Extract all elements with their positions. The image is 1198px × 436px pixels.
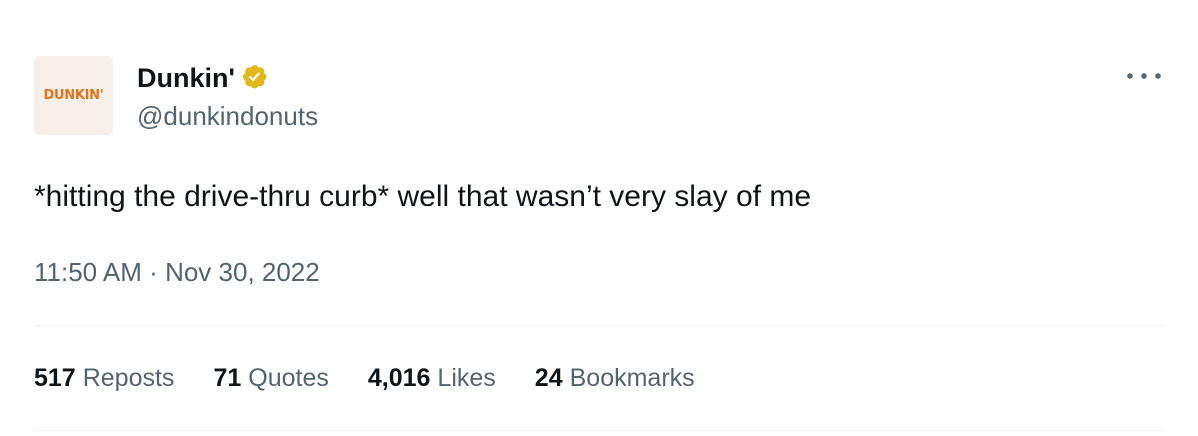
stat-count: 24 [534,363,563,392]
stat-count: 517 [34,363,76,392]
display-name[interactable]: Dunkin' [137,62,235,94]
stat-bookmarks[interactable]: 24 Bookmarks [535,364,695,393]
stat-label: Reposts [82,363,175,392]
verified-badge-icon[interactable] [241,63,271,93]
tweet-detail: DUNKIN' Dunkin' @dunkindonuts *hitting t… [0,0,1198,436]
timestamp-separator: · [149,257,166,287]
tweet-time[interactable]: 11:50 AM [34,257,142,287]
stat-quotes[interactable]: 71 Quotes [213,364,328,393]
stat-count: 4,016 [367,363,431,392]
more-horizontal-icon[interactable] [1124,62,1164,90]
avatar[interactable]: DUNKIN' [34,56,113,135]
stat-likes[interactable]: 4,016 Likes [368,364,496,393]
author-name-row: Dunkin' [137,58,271,98]
engagement-stats: 517 Reposts 71 Quotes 4,016 Likes 24 Boo… [34,360,734,396]
stat-label: Likes [437,363,496,392]
stat-reposts[interactable]: 517 Reposts [34,364,174,393]
divider [34,325,1165,326]
stat-label: Quotes [248,363,329,392]
dunkin-logo: DUNKIN' [43,88,104,103]
stat-label: Bookmarks [569,363,695,392]
tweet-text: *hitting the drive-thru curb* well that … [34,180,811,213]
stat-count: 71 [213,363,242,392]
divider [34,430,1165,431]
author-handle[interactable]: @dunkindonuts [137,100,318,132]
timestamp-row: 11:50 AM · Nov 30, 2022 [34,254,320,290]
tweet-date[interactable]: Nov 30, 2022 [165,257,320,287]
